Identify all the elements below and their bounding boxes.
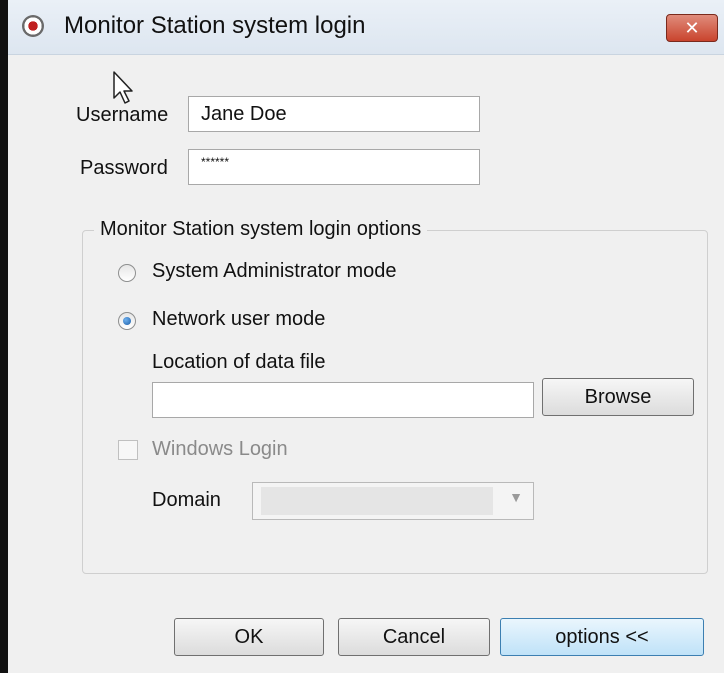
windows-login-label[interactable]: Windows Login [152, 438, 288, 461]
password-label: Password [80, 157, 168, 179]
radio-network-label[interactable]: Network user mode [152, 308, 325, 331]
options-button[interactable]: options << [500, 618, 704, 656]
username-label: Username [76, 104, 169, 126]
radio-network-mode[interactable] [118, 312, 136, 330]
password-input[interactable]: ****** [188, 149, 480, 185]
radio-admin-label[interactable]: System Administrator mode [152, 260, 397, 283]
chevron-down-icon: ▼ [509, 489, 523, 505]
domain-select[interactable]: ▼ [252, 482, 534, 520]
login-options-title: Monitor Station system login options [94, 218, 428, 241]
data-file-input[interactable] [152, 382, 534, 418]
app-eye-icon [22, 15, 44, 37]
radio-admin-mode[interactable] [118, 264, 136, 282]
cancel-button[interactable]: Cancel [338, 618, 490, 656]
domain-value [261, 487, 493, 515]
browse-button[interactable]: Browse [542, 378, 694, 416]
login-dialog: Monitor Station system login ✕ Username … [0, 0, 724, 673]
title-bar[interactable]: Monitor Station system login ✕ [8, 0, 724, 55]
close-button[interactable]: ✕ [666, 14, 718, 42]
ok-button[interactable]: OK [174, 618, 324, 656]
domain-label: Domain [152, 489, 221, 511]
data-file-label: Location of data file [152, 351, 326, 373]
username-input[interactable]: Jane Doe [188, 96, 480, 132]
window-title: Monitor Station system login [64, 12, 366, 39]
mouse-cursor-icon [113, 71, 133, 104]
close-icon: ✕ [684, 18, 700, 38]
windows-login-checkbox[interactable] [118, 440, 138, 460]
